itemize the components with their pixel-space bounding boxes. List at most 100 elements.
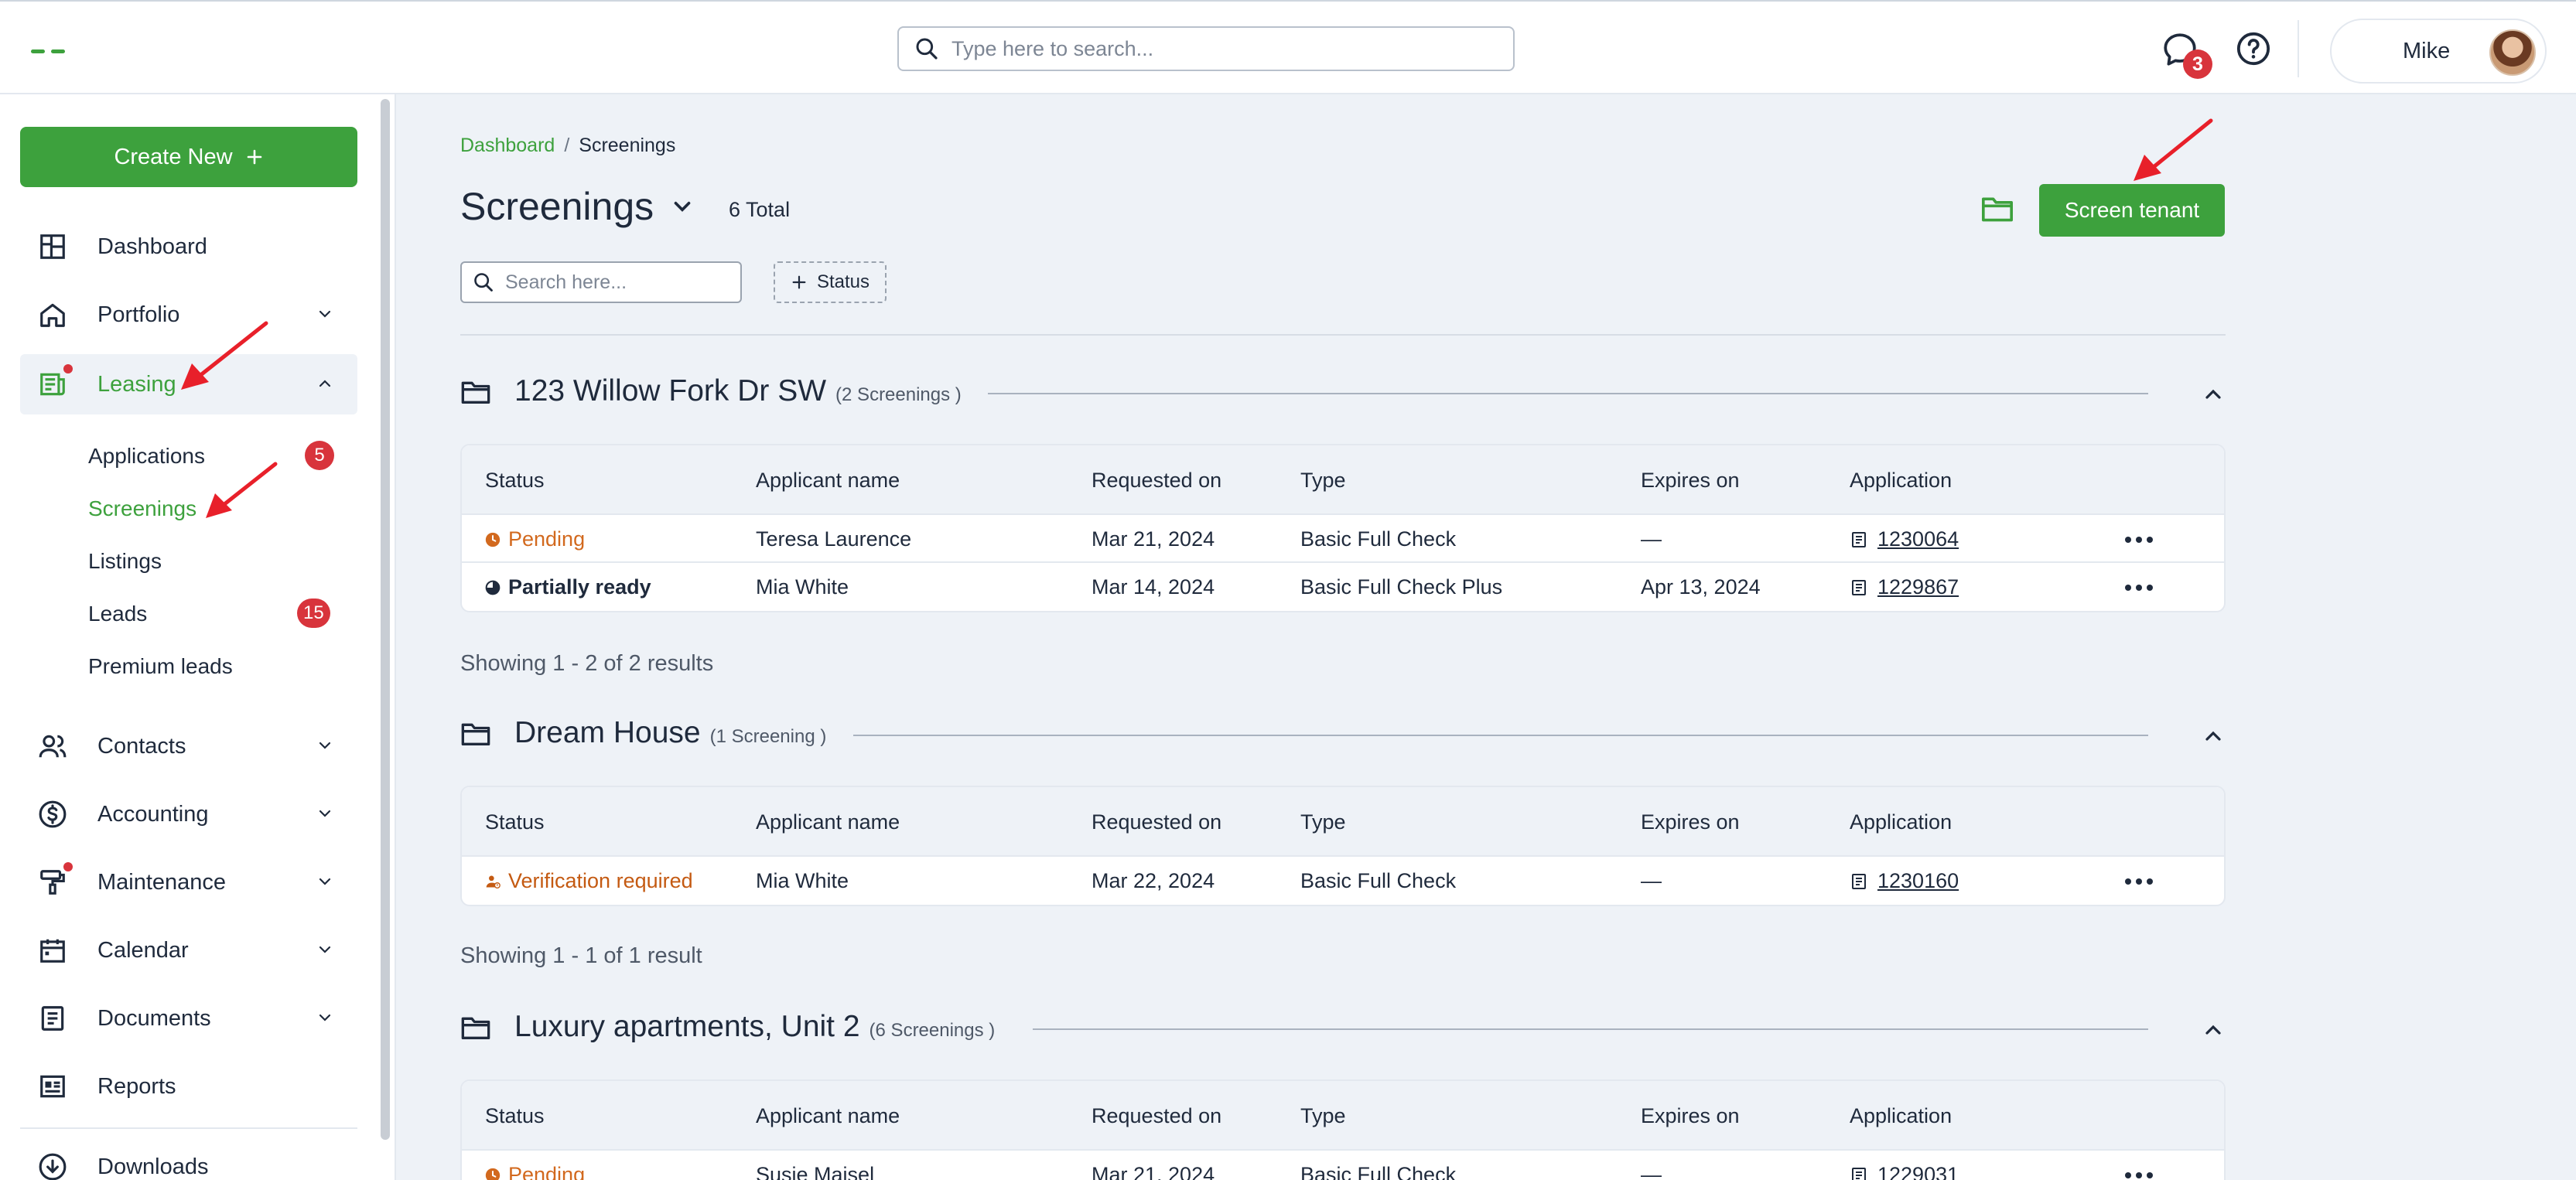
requested-date: Mar 21, 2024 (1092, 1163, 1215, 1180)
row-actions-menu[interactable] (2125, 1172, 2153, 1178)
sidebar-subitem-applications[interactable]: Applications (88, 444, 205, 469)
sidebar-item-maintenance[interactable]: Maintenance (20, 852, 357, 912)
search-placeholder: Search here... (505, 271, 627, 293)
sidebar-item-downloads[interactable]: Downloads (20, 1140, 357, 1180)
sidebar-item-contacts[interactable]: Contacts (20, 716, 357, 776)
status-cell: Partially ready (485, 575, 651, 599)
chevron-down-icon (319, 742, 331, 749)
column-header-expires: Expires on (1641, 810, 1740, 834)
table-row[interactable]: Pending Teresa Laurence Mar 21, 2024 Bas… (462, 515, 2224, 563)
application-number: 1229867 (1877, 575, 1959, 599)
sidebar-item-label: Calendar (97, 937, 189, 963)
search-icon (474, 273, 493, 292)
app-logo[interactable] (31, 49, 68, 57)
annotation-arrow-leasing (181, 321, 268, 390)
column-header-status: Status (485, 810, 545, 834)
screenings-search-input[interactable]: Search here... (460, 261, 742, 303)
dollar-circle-icon (37, 799, 68, 830)
sidebar-scrollbar[interactable] (381, 99, 390, 1140)
help-button[interactable] (2234, 29, 2273, 68)
status-filter-button[interactable]: Status (774, 261, 887, 303)
group-name: Dream House (514, 716, 701, 749)
application-link[interactable]: 1230160 (1850, 869, 1959, 893)
column-header-type: Type (1300, 810, 1346, 834)
section-divider (460, 334, 2226, 336)
plus-icon (792, 275, 806, 289)
group-line (1033, 1028, 2148, 1030)
status-text: Pending (508, 1163, 586, 1180)
sidebar-item-calendar[interactable]: Calendar (20, 920, 357, 980)
annotation-arrow-screen-tenant (2134, 118, 2213, 181)
breadcrumb-dashboard-link[interactable]: Dashboard (460, 135, 555, 156)
sidebar: Create New Dashboard Portfolio Leasing A… (0, 94, 396, 1180)
sidebar-item-label: Documents (97, 1005, 211, 1031)
column-header-type: Type (1300, 1104, 1346, 1127)
messages-count-badge: 3 (2183, 49, 2212, 79)
sidebar-item-label: Dashboard (97, 234, 207, 259)
applicant-name: Susie Maisel (756, 1163, 875, 1180)
topbar-divider (2298, 20, 2299, 77)
user-menu[interactable]: Mike (2330, 19, 2547, 84)
expires-date: — (1641, 527, 1662, 551)
application-link[interactable]: 1229867 (1850, 575, 1959, 599)
results-summary: Showing 1 - 2 of 2 results (460, 651, 714, 676)
row-actions-menu[interactable] (2125, 537, 2153, 543)
document-icon (1852, 531, 1866, 547)
sidebar-item-accounting[interactable]: Accounting (20, 784, 357, 844)
user-name: Mike (2403, 39, 2451, 63)
chevron-down-icon (319, 946, 331, 953)
sidebar-item-reports[interactable]: Reports (20, 1056, 357, 1117)
column-header-applicant: Applicant name (756, 810, 900, 834)
column-header-requested: Requested on (1092, 810, 1222, 834)
status-cell: Verification required (485, 869, 693, 893)
sidebar-subitem-listings[interactable]: Listings (88, 549, 162, 574)
chevron-up-icon[interactable] (2201, 382, 2226, 407)
sidebar-item-documents[interactable]: Documents (20, 988, 357, 1049)
sidebar-item-label: Leasing (97, 371, 176, 397)
application-number: 1230064 (1877, 527, 1959, 551)
row-actions-menu[interactable] (2125, 878, 2153, 885)
create-new-button[interactable]: Create New (20, 127, 357, 187)
sidebar-subitem-leads[interactable]: Leads (88, 602, 147, 626)
sidebar-item-label: Contacts (97, 733, 186, 759)
applicant-name: Mia White (756, 869, 849, 892)
screening-type: Basic Full Check Plus (1300, 575, 1503, 599)
column-header-expires: Expires on (1641, 1104, 1740, 1127)
group-count: (1 Screening ) (709, 726, 827, 747)
calendar-icon (37, 935, 68, 966)
download-icon (37, 1151, 68, 1180)
messages-button[interactable]: 3 (2160, 29, 2212, 79)
chevron-down-icon (319, 810, 331, 817)
folder-button[interactable] (1980, 193, 2014, 228)
screenings-table: Status Applicant name Requested on Type … (460, 444, 2226, 612)
application-link[interactable]: 1230064 (1850, 527, 1959, 551)
sidebar-item-label: Portfolio (97, 302, 180, 327)
chevron-up-icon[interactable] (2201, 1018, 2226, 1042)
row-actions-menu[interactable] (2125, 585, 2153, 591)
chevron-down-icon (319, 878, 331, 885)
maintenance-notification-dot (63, 862, 73, 871)
annotation-arrow-screenings (206, 462, 278, 518)
column-header-type: Type (1300, 469, 1346, 492)
table-row[interactable]: Verification required Mia White Mar 22, … (462, 857, 2224, 905)
page-title: Screenings (460, 185, 654, 228)
table-row[interactable]: Pending Susie Maisel Mar 21, 2024 Basic … (462, 1151, 2224, 1180)
group-count: (6 Screenings ) (869, 1020, 996, 1041)
column-header-requested: Requested on (1092, 1104, 1222, 1127)
global-search-input[interactable]: Type here to search... (897, 26, 1515, 71)
table-row[interactable]: Partially ready Mia White Mar 14, 2024 B… (462, 563, 2224, 611)
chevron-up-icon[interactable] (2201, 724, 2226, 749)
sidebar-subitem-premium-leads[interactable]: Premium leads (88, 654, 233, 679)
screen-tenant-button[interactable]: Screen tenant (2039, 184, 2225, 237)
applicant-name: Teresa Laurence (756, 527, 912, 551)
column-header-expires: Expires on (1641, 469, 1740, 492)
sidebar-item-dashboard[interactable]: Dashboard (20, 217, 357, 277)
chevron-down-icon (319, 1014, 331, 1021)
application-link[interactable]: 1229031 (1850, 1163, 1959, 1180)
sidebar-item-label: Downloads (97, 1154, 209, 1179)
sidebar-subitem-screenings[interactable]: Screenings (88, 496, 196, 521)
breadcrumb-current: Screenings (579, 135, 676, 156)
sidebar-item-label: Reports (97, 1073, 176, 1099)
page-title-dropdown[interactable]: Screenings (460, 184, 695, 229)
home-icon (37, 299, 68, 330)
